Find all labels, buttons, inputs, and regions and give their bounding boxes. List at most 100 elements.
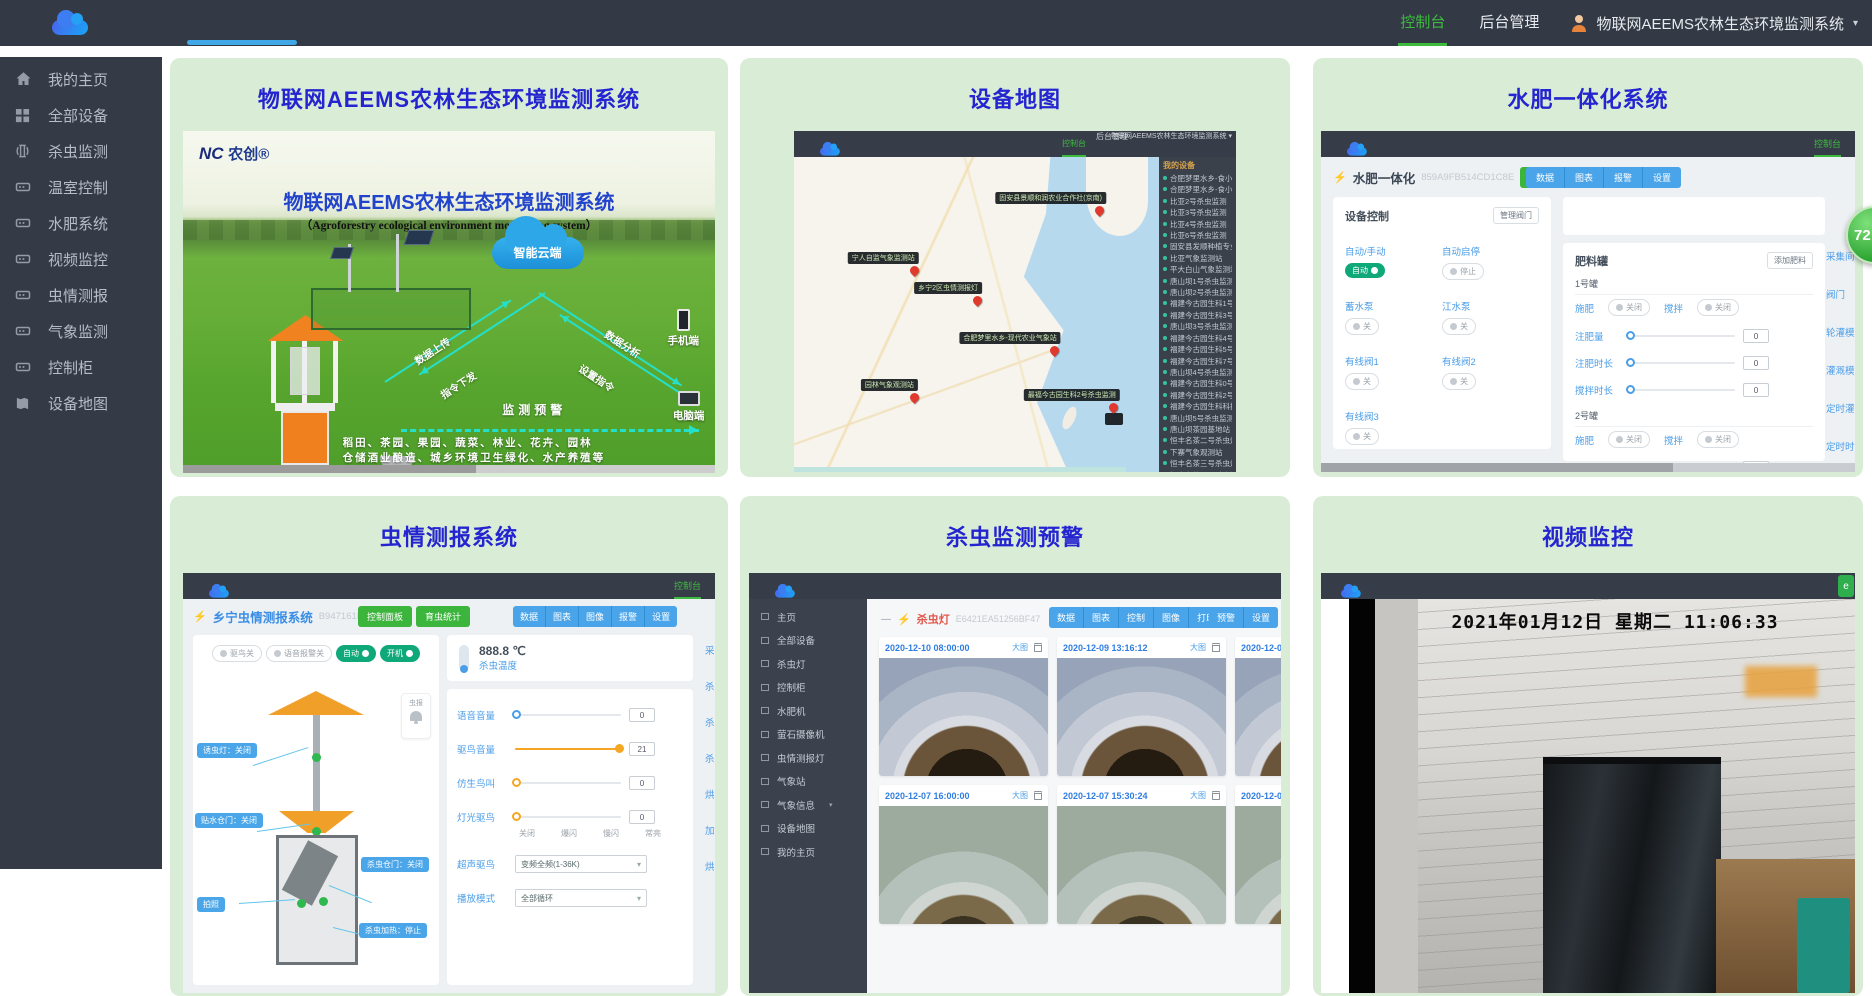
video-frame: 2021年01月12日 星期二 11:06:33 [1375,599,1855,993]
glass-tank [1543,757,1721,993]
pin-icon [1163,359,1167,363]
setting-label: 灌溉模式 [1826,363,1855,377]
card-intro: 物联网AEEMS农林生态环境监测系统 NC 农创® 物联网AEEMS农林生态环境… [170,58,728,477]
map-footer-strip [794,467,1126,472]
image-subtitle: （Agroforestry ecological environment mon… [183,217,715,233]
mini-sidebar-item: 虫情测报灯 [749,746,867,770]
mini-item-icon [761,684,769,691]
manage-valves-button: 管理阀门 [1493,207,1539,224]
trash-icon [1034,643,1042,652]
pin-icon [1163,176,1167,180]
pin-icon [1163,313,1167,317]
device-name: 水肥一体化 [1353,168,1416,187]
sidebar-item-label: 我的主页 [48,69,108,90]
intro-preview-image[interactable]: NC 农创® 物联网AEEMS农林生态环境监测系统 （Agroforestry … [183,131,715,473]
pin-icon [1163,404,1167,408]
device-list-item: 下寨气象观测站 [1163,447,1232,458]
map-marker: 宁人自监气象监测站 [879,252,950,275]
callout-label: 贴水仓门：关闭 [195,813,263,828]
bolt-icon: ⚡ [193,610,207,623]
mini-item-icon [761,801,769,808]
dropdown: 全部循环▾ [515,889,647,907]
sidebar-item-label: 温室控制 [48,177,108,198]
device-icon [15,323,33,340]
map-preview-image[interactable]: 控制台 后台管理 物联网AEEMS农林生态环境监测系统 ▾ 宁人自监气象监测站 … [794,131,1236,472]
insect-preview-image[interactable]: 控制台 ⚡ 乡宁虫情测报系统 B947161D718356D6 控制面板育虫统计… [183,573,715,993]
monitor-icon [678,391,700,406]
slider-row: 搅拌时长0 [1575,383,1813,397]
toolbar-button: 预警 [1209,607,1243,628]
mini-item-icon [761,778,769,785]
device-list-item: 唐山坝4号杀虫监测 [1163,367,1232,378]
nav-console[interactable]: 控制台 [1398,0,1447,46]
panel-title: 肥料罐 [1575,253,1608,269]
video-preview-image[interactable]: e 2021年01月12日 星期二 11:06:33 [1321,573,1855,993]
mini-item-icon [761,754,769,761]
mini-cloud-logo [1341,589,1361,597]
app-cloud-logo[interactable] [52,20,88,35]
toolbar-button: 数据 [1526,167,1564,188]
card-device-map: 设备地图 控制台 后台管理 物联网AEEMS农林生态环境监测系统 ▾ 宁人自监气… [740,58,1290,477]
switch-row: 蓄水泵关 [1345,297,1442,335]
sidebar-item-control-cabinet[interactable]: 控制柜 [0,349,162,385]
trap-photo [1057,806,1226,924]
big-image-link: 大图 [1190,642,1206,653]
fertigation-preview-image[interactable]: 控制台 ⚡ 水肥一体化 859A9FB514CD1C8E 控制面板 数据图表报警… [1321,131,1855,472]
tick-label: 关闭 [519,828,535,839]
scrollbar-thumb [1321,463,1673,472]
sidebar-item-greenhouse[interactable]: 温室控制 [0,169,162,205]
big-image-link: 大图 [1190,790,1206,801]
account-menu[interactable]: 物联网AEEMS农林生态环境监测系统 ▾ [1571,13,1858,34]
device-list-panel: 我的设备 合肥梦里水乡-食小镇合肥梦里水乡-食小镇比亚2号杀虫监测比亚3号杀虫监… [1159,157,1236,472]
card-video: 视频监控 e 2021年01月12日 星期二 11:06:33 [1313,496,1863,996]
slider-row: 驱鸟音量21 [457,742,683,756]
bolt-icon: ⚡ [897,613,911,626]
topbar-nav: 控制台 后台管理 物联网AEEMS农林生态环境监测系统 ▾ [1398,0,1858,46]
pin-icon [1163,267,1167,271]
setting-label: 杀虫 [705,715,715,729]
pest-preview-image[interactable]: 主页全部设备杀虫灯控制柜水肥机萤石摄像机虫情测报灯气象站气象信息设备地图我的主页… [749,573,1281,993]
callout-label: 诱虫灯：关闭 [197,743,257,758]
switch-row: 自动启停停止 [1442,242,1539,280]
mini-item-label: 设备地图 [777,821,815,835]
mini-sidebar-item: 气象站 [749,770,867,794]
map-marker: 乡宁2区虫情测报灯 [944,282,1012,305]
insect-lamp-device [257,315,353,473]
mini-item-icon [761,825,769,832]
device-id: 859A9FB514CD1C8E [1421,172,1514,183]
sidebar-item-home[interactable]: 我的主页 [0,61,162,97]
sidebar-item-all-devices[interactable]: 全部设备 [0,97,162,133]
nc-brand-logo: NC 农创® [199,143,269,164]
mini-cloud-logo [209,589,229,597]
mini-item-label: 全部设备 [777,633,815,647]
sidebar-item-label: 杀虫监测 [48,141,108,162]
toolbar-button-group: 预警设置 [1209,607,1278,628]
sidebar-item-insect-report[interactable]: 虫情测报 [0,277,162,313]
pin-icon [1163,244,1167,248]
sidebar-item-weather[interactable]: 气象监测 [0,313,162,349]
sidebar-item-pest-monitor[interactable]: 杀虫监测 [0,133,162,169]
sidebar-item-device-map[interactable]: 设备地图 [0,385,162,421]
tank-switch-row: 施肥关闭 搅拌关闭 [1575,431,1813,448]
sidebar-item-fertigation[interactable]: 水肥系统 [0,205,162,241]
mini-item-label: 主页 [777,610,796,624]
sidebar-item-video[interactable]: 视频监控 [0,241,162,277]
slider-row: 语音音量0 [457,708,683,722]
device-icon [15,251,33,268]
nav-admin[interactable]: 后台管理 [1477,0,1541,46]
device-name: 比亚3号杀虫监测 [1170,207,1227,218]
mini-sidebar-item: 设备地图 [749,817,867,841]
device-list-item: 平大白山气象监测站 [1163,264,1232,275]
trash-icon [1034,791,1042,800]
mini-account: 物联网AEEMS农林生态环境监测系统 ▾ [1111,131,1232,141]
add-fertilizer-button: 添加肥料 [1767,252,1813,269]
card-pest-warning: 杀虫监测预警 主页全部设备杀虫灯控制柜水肥机萤石摄像机虫情测报灯气象站气象信息设… [740,496,1290,996]
mini-nav-console: 控制台 [1062,131,1086,157]
switch-row: 自动/手动自动 [1345,242,1442,280]
device-list-item: 福建今古园生科5号 [1163,344,1232,355]
mini-sidebar-item: 杀虫灯 [749,652,867,676]
slider-row: 仿生鸟叫0 [457,776,683,790]
device-icon [15,179,33,196]
photo-tile: 2020-12-09 08:0 [1235,637,1281,776]
station-pole [396,234,399,292]
